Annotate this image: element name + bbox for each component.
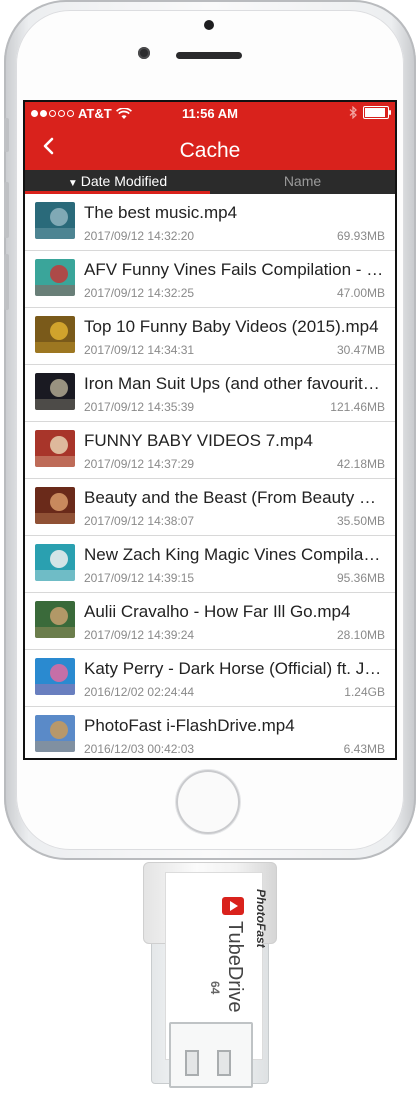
file-size: 121.46MB	[330, 400, 385, 414]
home-button[interactable]	[176, 770, 240, 834]
earpiece-speaker	[176, 52, 242, 59]
file-row[interactable]: Beauty and the Beast (From Beauty and th…	[25, 479, 395, 536]
video-thumbnail	[35, 430, 75, 467]
file-date: 2016/12/02 02:24:44	[84, 685, 195, 699]
video-thumbnail	[35, 316, 75, 353]
status-time: 11:56 AM	[182, 106, 238, 121]
video-thumbnail	[35, 715, 75, 752]
file-name: PhotoFast i-FlashDrive.mp4	[84, 716, 295, 735]
file-name: Beauty and the Beast (From Beauty and th…	[84, 488, 385, 507]
usb-plug	[169, 1022, 253, 1088]
file-name: AFV Funny Vines Fails Compilation - Funn…	[84, 260, 385, 279]
file-date: 2017/09/12 14:39:15	[84, 571, 195, 585]
file-row[interactable]: PhotoFast i-FlashDrive.mp4 2016/12/03 00:…	[25, 707, 395, 758]
file-name: FUNNY BABY VIDEOS 7.mp4	[84, 431, 313, 450]
video-thumbnail	[35, 544, 75, 581]
mute-switch	[4, 118, 9, 152]
tab-date-modified[interactable]: ▼ Date Modified	[25, 170, 210, 194]
volume-down-button	[4, 254, 9, 310]
tab-name[interactable]: Name	[210, 170, 395, 194]
file-size: 95.36MB	[336, 571, 385, 585]
sort-descending-icon: ▼	[67, 178, 78, 189]
file-name: New Zach King Magic Vines Compilation 20…	[84, 545, 385, 564]
usb-contact-slot	[185, 1050, 199, 1076]
file-name: Aulii Cravalho - How Far Ill Go.mp4	[84, 602, 351, 621]
video-thumbnail	[35, 202, 75, 239]
file-size: 30.47MB	[336, 343, 385, 357]
file-size: 35.50MB	[336, 514, 385, 528]
usb-contact-slot	[217, 1050, 231, 1076]
file-row[interactable]: Top 10 Funny Baby Videos (2015).mp4 2017/…	[25, 308, 395, 365]
bluetooth-icon	[349, 106, 357, 119]
status-bar: AT&T 11:56 AM	[25, 102, 395, 126]
video-thumbnail	[35, 601, 75, 638]
file-list: The best music.mp4 2017/09/12 14:32:20 69.…	[25, 194, 395, 758]
file-row[interactable]: FUNNY BABY VIDEOS 7.mp4 2017/09/12 14:37:…	[25, 422, 395, 479]
file-size: 42.18MB	[336, 457, 385, 471]
file-date: 2017/09/12 14:32:25	[84, 286, 195, 300]
file-name: Iron Man Suit Ups (and other favourite s…	[84, 374, 385, 393]
drive-brand: PhotoFast	[254, 889, 268, 948]
file-date: 2017/09/12 14:35:39	[84, 400, 195, 414]
video-thumbnail	[35, 487, 75, 524]
file-size: 6.43MB	[343, 742, 385, 756]
file-size: 47.00MB	[336, 286, 385, 300]
app-screen: AT&T 11:56 AM Cache ▼Date Modified Name	[25, 102, 395, 758]
drive-product-name: TubeDrive	[224, 921, 246, 1013]
file-row[interactable]: Iron Man Suit Ups (and other favourite s…	[25, 365, 395, 422]
file-size: 28.10MB	[336, 628, 385, 642]
sort-tabs: ▼ Date Modified Name	[25, 170, 395, 194]
file-date: 2017/09/12 14:39:24	[84, 628, 195, 642]
file-row[interactable]: AFV Funny Vines Fails Compilation - Funn…	[25, 251, 395, 308]
file-row[interactable]: New Zach King Magic Vines Compilation 20…	[25, 536, 395, 593]
tab-label: Date Modified	[80, 173, 168, 189]
file-name: The best music.mp4	[84, 203, 238, 222]
file-size: 69.93MB	[336, 229, 385, 243]
file-date: 2017/09/12 14:38:07	[84, 514, 195, 528]
tab-label: Name	[283, 173, 322, 189]
battery-icon	[363, 106, 391, 119]
file-row[interactable]: The best music.mp4 2017/09/12 14:32:20 69.…	[25, 194, 395, 251]
video-thumbnail	[35, 658, 75, 695]
file-row[interactable]: Katy Perry - Dark Horse (Official) ft. J…	[25, 650, 395, 707]
drive-capacity: 64	[208, 981, 222, 995]
page-title: Cache	[179, 139, 241, 162]
file-date: 2017/09/12 14:32:20	[84, 229, 195, 243]
video-thumbnail	[35, 259, 75, 296]
usb-drive: PhotoFast TubeDrive 64	[143, 862, 277, 1088]
file-name: Katy Perry - Dark Horse (Official) ft. J…	[84, 659, 385, 678]
front-camera	[204, 20, 214, 30]
file-row[interactable]: Aulii Cravalho - How Far Ill Go.mp4 2017/…	[25, 593, 395, 650]
proximity-sensor	[138, 47, 150, 59]
file-size: 1.24GB	[344, 685, 385, 699]
play-logo-icon	[222, 897, 244, 915]
volume-up-button	[4, 182, 9, 238]
file-date: 2017/09/12 14:37:29	[84, 457, 195, 471]
navigation-bar: Cache	[25, 126, 395, 170]
file-name: Top 10 Funny Baby Videos (2015).mp4	[84, 317, 379, 336]
video-thumbnail	[35, 373, 75, 410]
file-date: 2017/09/12 14:34:31	[84, 343, 195, 357]
file-date: 2016/12/03 00:42:03	[84, 742, 195, 756]
